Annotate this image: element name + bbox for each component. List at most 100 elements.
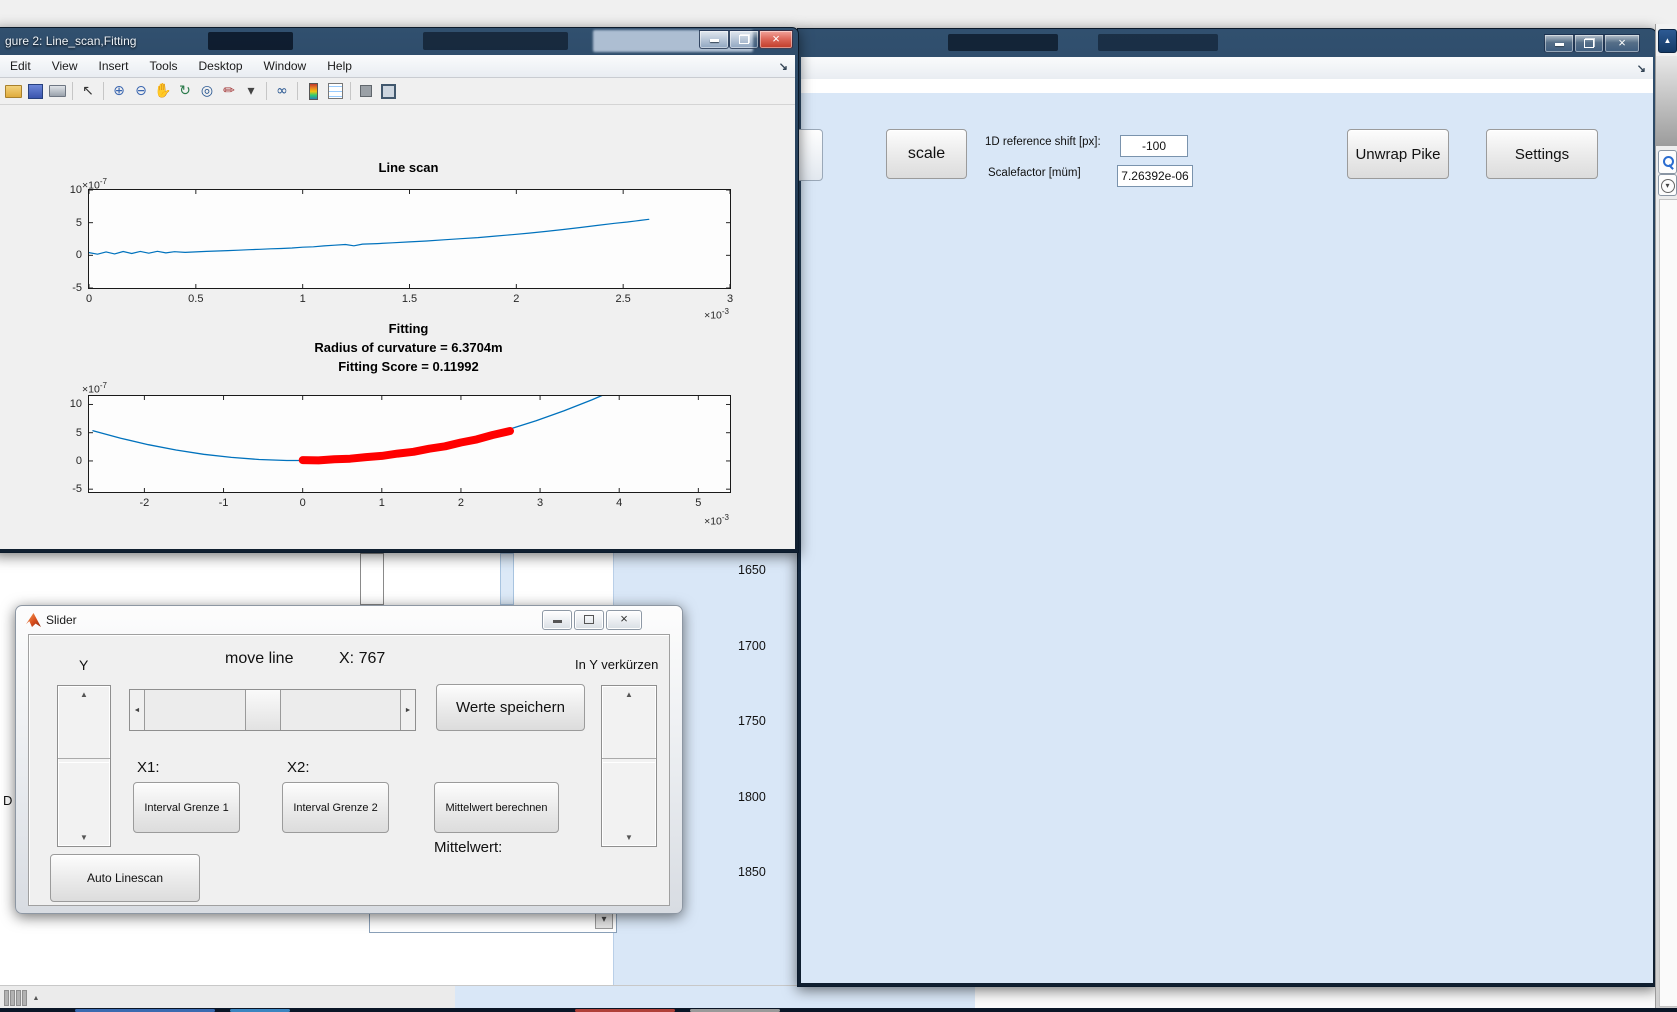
tick-label: 1700 (738, 639, 766, 653)
fitting-plot[interactable]: -2-1012345-50510 (88, 395, 731, 493)
minimize-button[interactable] (699, 30, 729, 49)
sidebar-track[interactable] (1659, 199, 1677, 1007)
close-button[interactable]: × (759, 30, 793, 49)
search-icon[interactable] (1658, 150, 1677, 174)
minimize-button[interactable] (542, 610, 572, 630)
menu-item-window[interactable]: Window (264, 56, 307, 76)
status-strip-white (975, 986, 1677, 1009)
slider-right-arrow-icon[interactable]: ► (400, 690, 415, 730)
auto-linescan-button[interactable]: Auto Linescan (50, 854, 200, 902)
gui-blue-panel: scale 1D reference shift [px]: -100 Scal… (801, 93, 1653, 983)
brush-dropdown-icon[interactable]: ▾ (241, 81, 261, 101)
titlebar-blur-fragment (1098, 34, 1218, 51)
figure-titlebar[interactable]: gure 2: Line_scan,Fitting × (0, 28, 798, 55)
scale-button[interactable]: scale (886, 129, 967, 179)
menu-item-desktop[interactable]: Desktop (199, 56, 243, 76)
show-plot-tools-icon[interactable] (378, 81, 398, 101)
toolbar-separator (72, 82, 73, 100)
toolbar-separator (350, 82, 351, 100)
rotate-3d-icon[interactable]: ↻ (175, 81, 195, 101)
scrollbar-fragment[interactable] (500, 553, 514, 605)
close-button[interactable]: × (1604, 34, 1640, 53)
plot-subtitle: Radius of curvature = 6.3704m (88, 340, 729, 355)
arrow-cursor-icon[interactable]: ↖ (78, 81, 98, 101)
insert-legend-icon[interactable] (325, 81, 345, 101)
brush-icon[interactable]: ✏ (219, 81, 239, 101)
slider-titlebar[interactable]: Slider × (16, 606, 682, 633)
collapse-button[interactable]: ▲ (1658, 29, 1677, 53)
zoom-out-icon[interactable]: ⊖ (131, 81, 151, 101)
dock-arrow-icon[interactable]: ↘ (779, 60, 788, 73)
link-plot-icon[interactable]: ∞ (272, 81, 292, 101)
save-icon[interactable] (25, 81, 45, 101)
scalefactor-input[interactable]: 7.26392e-06 (1117, 165, 1193, 187)
menu-item-insert[interactable]: Insert (98, 56, 128, 76)
scroll-down-icon[interactable]: ▼ (58, 833, 110, 842)
y-scrollbar[interactable]: ▲ ▼ (57, 685, 111, 847)
move-line-slider[interactable]: ◄ ► (129, 689, 416, 731)
insert-colorbar-icon[interactable] (303, 81, 323, 101)
x-tick-label: 5 (695, 497, 701, 509)
pan-icon[interactable]: ✋ (153, 81, 173, 101)
scroll-down-icon[interactable]: ▼ (602, 833, 656, 842)
slider-window: Slider × Y move line X: 767 In Y verkürz… (15, 605, 683, 914)
tick-label: 1650 (738, 563, 766, 577)
gui-titlebar[interactable]: × (798, 29, 1656, 56)
print-icon[interactable] (47, 81, 67, 101)
shorten-y-scrollbar[interactable]: ▲ ▼ (601, 685, 657, 847)
zoom-in-icon[interactable]: ⊕ (109, 81, 129, 101)
settings-button[interactable]: Settings (1486, 129, 1598, 179)
ref-shift-input[interactable]: -100 (1120, 135, 1188, 157)
unwrap-pike-button[interactable]: Unwrap Pike (1347, 129, 1449, 179)
toolbar-separator (103, 82, 104, 100)
menu-item-tools[interactable]: Tools (150, 56, 178, 76)
linescan-profile (89, 219, 649, 254)
x2-label: X2: (287, 759, 310, 776)
x-tick-label: 3 (537, 497, 543, 509)
x-tick-label: 0.5 (188, 293, 203, 305)
line-scan-plot[interactable]: 00.511.522.53-50510 (88, 189, 731, 289)
x-exponent-label: ×10-3 (88, 513, 729, 528)
close-button[interactable]: × (606, 610, 642, 630)
data-cursor-icon[interactable]: ◎ (197, 81, 217, 101)
desktop: D 16501700175018001850 ▾ ▲ × (0, 0, 1677, 1012)
slider-thumb[interactable] (245, 690, 281, 730)
interval-limit1-button[interactable]: Interval Grenze 1 (133, 782, 240, 833)
maximize-button[interactable] (729, 30, 759, 49)
x-tick-label: 2.5 (616, 293, 631, 305)
dropdown-circle-icon[interactable]: ▾ (1658, 174, 1677, 196)
minimize-button[interactable] (1544, 34, 1574, 53)
y-label: Y (79, 657, 88, 673)
restore-button[interactable] (1574, 34, 1604, 53)
menu-item-help[interactable]: Help (327, 56, 352, 76)
ref-shift-label: 1D reference shift [px]: (985, 136, 1120, 148)
scroll-up-icon[interactable]: ▲ (602, 690, 656, 699)
menu-item-edit[interactable]: Edit (10, 56, 31, 76)
y-tick-label: 10 (70, 398, 82, 410)
open-folder-icon[interactable] (3, 81, 23, 101)
interval-limit2-button[interactable]: Interval Grenze 2 (282, 782, 389, 833)
save-values-button[interactable]: Werte speichern (436, 684, 585, 731)
hide-plot-tools-icon[interactable] (356, 81, 376, 101)
background-list-values[interactable]: 16501700175018001850 (738, 563, 788, 963)
slider-left-arrow-icon[interactable]: ◄ (130, 690, 145, 730)
y-tick-label: -5 (72, 483, 82, 495)
dock-arrow-icon[interactable]: ↘ (1637, 62, 1646, 75)
plot-subtitle: Fitting Score = 0.11992 (88, 359, 729, 374)
taskbar-sliver[interactable] (0, 1008, 1677, 1012)
grip-arrow-icon[interactable]: ▲ (32, 995, 39, 1002)
menu-item-view[interactable]: View (52, 56, 78, 76)
x-exponent-label: ×10-3 (88, 307, 729, 322)
scroll-up-icon[interactable]: ▲ (58, 690, 110, 699)
x-tick-label: 4 (616, 497, 622, 509)
x-tick-label: 2 (458, 497, 464, 509)
interface-gui-window: × ↘ scale 1D reference shift [px]: -100 … (797, 28, 1657, 987)
scrollbar-fragment[interactable] (360, 553, 384, 605)
restore-button[interactable] (574, 610, 604, 630)
window-title: gure 2: Line_scan,Fitting (5, 34, 136, 48)
calc-mean-button[interactable]: Mittelwert berechnen (434, 782, 559, 833)
y-exponent-label: ×10-7 (82, 381, 107, 396)
toolbar-separator (266, 82, 267, 100)
stray-text-fragment: D (3, 793, 12, 808)
titlebar-blur-fragment (948, 34, 1058, 51)
